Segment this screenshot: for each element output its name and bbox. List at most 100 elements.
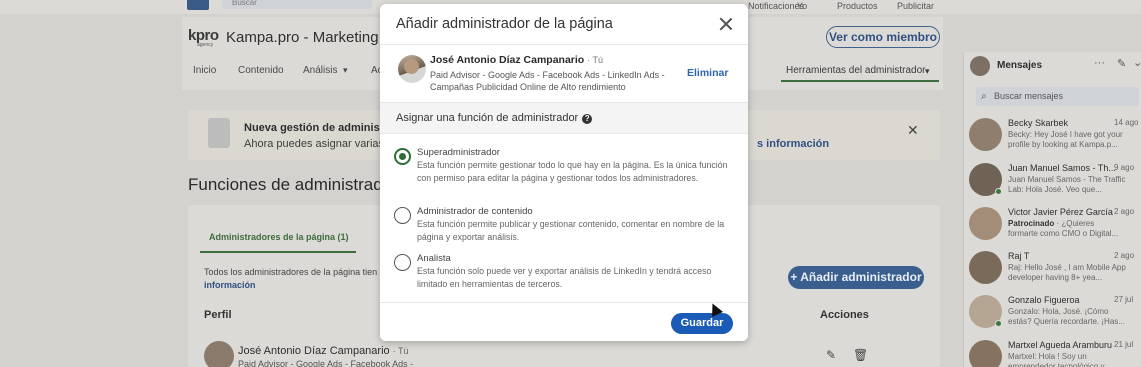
pencil-icon[interactable]: ✎ xyxy=(826,348,836,362)
dialog-header: Añadir administrador de la página xyxy=(380,4,748,45)
conversation-preview: Martxel: Hola ! Soy un emprendedor tecno… xyxy=(1008,352,1111,367)
role-prompt-text: Asignar una función de administrador xyxy=(396,112,579,124)
member-degree: · Tú xyxy=(587,55,603,65)
selected-member: José Antonio Díaz Campanario · Tú Paid A… xyxy=(380,45,748,103)
conversation-preview: Becky: Hey José I have got your profile … xyxy=(1008,130,1123,149)
tab-page-admins[interactable]: Administradores de la página (1) xyxy=(200,221,356,253)
section-title: Funciones de administrador xyxy=(188,175,398,194)
chevron-down-icon: ▾ xyxy=(343,65,348,75)
notice-more-info-link[interactable]: s información xyxy=(757,138,829,150)
nav-me[interactable]: Yo xyxy=(797,0,807,12)
message-search-placeholder: Buscar mensajes xyxy=(994,91,1064,101)
conversation-name: Becky Skarbek xyxy=(1008,118,1069,128)
member-headline: Paid Advisor - Google Ads - Facebook Ads… xyxy=(430,70,665,92)
conversation-name: Martxel Agueda Aramburu xyxy=(1008,340,1113,350)
role-title: Analista xyxy=(417,253,451,264)
conversation-name: Victor Javier Pérez García xyxy=(1008,207,1113,217)
view-as-member-button[interactable]: Ver como miembro xyxy=(826,26,940,48)
trash-icon[interactable]: 🗑 xyxy=(853,348,868,362)
conversation-date: 2 ago xyxy=(1114,207,1135,216)
member-name: José Antonio Díaz Campanario · Tú xyxy=(430,54,603,66)
member-name-text: José Antonio Díaz Campanario xyxy=(430,54,585,66)
admin-row-name-text: José Antonio Díaz Campanario xyxy=(238,345,390,357)
add-admin-dialog: Añadir administrador de la página José A… xyxy=(380,4,748,341)
global-search-input[interactable]: Buscar xyxy=(222,0,372,9)
role-description: Esta función permite gestionar todo lo q… xyxy=(417,160,728,183)
column-header-profile: Perfil xyxy=(204,309,232,321)
conversation-preview: Gonzalo: Hola, José. ¡Cómo estás? Quería… xyxy=(1008,307,1125,326)
tab-inicio[interactable]: Inicio xyxy=(193,65,216,76)
dialog-title: Añadir administrador de la página xyxy=(396,16,613,32)
conversation-item[interactable]: Gonzalo Figueroa 27 jul Gonzalo: Hola, J… xyxy=(969,295,1141,340)
save-button[interactable]: Guardar xyxy=(671,313,733,334)
compose-icon[interactable]: ✎ xyxy=(1117,57,1126,70)
conversation-preview: Raj: Hello José , I am Mobile App develo… xyxy=(1008,263,1126,282)
notice-title: Nueva gestión de administra xyxy=(244,122,394,134)
add-admin-button[interactable]: + Añadir administrador xyxy=(788,266,924,289)
conversation-preview: Patrocinado · ¿Quieres formarte como CMO… xyxy=(1008,219,1126,241)
linkedin-logo-icon[interactable] xyxy=(187,0,209,10)
conversation-name: Juan Manuel Samos - Th... xyxy=(1008,163,1116,173)
plus-icon: + xyxy=(790,270,801,284)
avatar xyxy=(398,55,426,83)
close-icon[interactable] xyxy=(717,15,735,33)
messaging-title[interactable]: Mensajes xyxy=(997,60,1042,71)
nav-advertise[interactable]: Publicitar xyxy=(897,0,934,12)
conversation-date: 2 ago xyxy=(1114,251,1135,260)
add-admin-label: Añadir administrador xyxy=(800,270,922,284)
avatar xyxy=(204,341,234,367)
remove-member-button[interactable]: Eliminar xyxy=(687,67,728,79)
admin-row-degree: · Tú xyxy=(392,346,409,356)
avatar xyxy=(970,56,990,76)
tab-admin-tools-label: Herramientas del administrador xyxy=(786,65,926,76)
message-search-input[interactable]: ⌕ Buscar mensajes xyxy=(976,87,1139,106)
company-name: Kampa.pro - Marketing ba xyxy=(226,29,400,46)
role-description: Esta función solo puede ver y exportar a… xyxy=(417,266,712,289)
company-logo-sub: agency xyxy=(197,42,214,48)
radio-analyst[interactable] xyxy=(394,254,411,271)
close-icon[interactable]: ✕ xyxy=(907,122,919,139)
role-description: Esta función permite publicar y gestiona… xyxy=(417,219,725,242)
avatar xyxy=(969,118,1002,151)
more-options-icon[interactable]: ··· xyxy=(1094,57,1105,69)
tab-contenido[interactable]: Contenido xyxy=(238,65,284,76)
dialog-footer: Guardar xyxy=(380,302,748,341)
chevron-down-icon[interactable]: ⌄ xyxy=(1133,56,1141,69)
admin-row-name: José Antonio Díaz Campanario · Tú xyxy=(238,345,409,357)
avatar xyxy=(969,340,1002,367)
conversation-name: Raj T xyxy=(1008,251,1030,261)
conversation-date: 14 ago xyxy=(1114,118,1139,127)
notice-subtitle: Ahora puedes asignar varias xyxy=(244,138,385,150)
conversation-preview: Juan Manuel Samos - The Traffic Lab: Hol… xyxy=(1008,175,1126,194)
online-status-icon xyxy=(995,188,1002,195)
help-icon[interactable]: ? xyxy=(582,114,593,124)
admin-notice-icon xyxy=(208,118,230,148)
radio-superadmin[interactable] xyxy=(394,148,411,165)
avatar xyxy=(969,251,1002,284)
conversation-date: 9 ago xyxy=(1114,163,1135,172)
conversation-item[interactable]: Victor Javier Pérez García 2 ago Patroci… xyxy=(969,207,1141,252)
admin-roles-description: Todos los administradores de la página t… xyxy=(204,266,384,292)
conversation-date: 27 jul xyxy=(1114,295,1134,304)
radio-content-admin[interactable] xyxy=(394,207,411,224)
conversation-item[interactable]: Becky Skarbek 14 ago Becky: Hey José I h… xyxy=(969,118,1141,163)
tab-admin-tools[interactable]: Herramientas del administrador ▾ xyxy=(781,60,939,82)
conversation-item[interactable]: Raj T 2 ago Raj: Hello José , I am Mobil… xyxy=(969,251,1141,296)
nav-notifications[interactable]: Notificaciones xyxy=(748,0,804,12)
role-title: Administrador de contenido xyxy=(417,206,533,217)
conversation-item[interactable]: Juan Manuel Samos - Th... 9 ago Juan Man… xyxy=(969,163,1141,208)
search-icon: ⌕ xyxy=(981,91,987,102)
nav-products[interactable]: Productos xyxy=(837,0,878,12)
column-header-actions: Acciones xyxy=(820,309,869,321)
avatar xyxy=(969,207,1002,240)
tab-analisis[interactable]: Análisis xyxy=(303,65,337,76)
conversation-item[interactable]: Martxel Agueda Aramburu 21 jul Martxel: … xyxy=(969,340,1141,367)
role-prompt: Asignar una función de administrador? xyxy=(396,112,593,124)
conversation-date: 21 jul xyxy=(1114,340,1134,349)
role-section-header: Asignar una función de administrador? xyxy=(380,103,748,134)
description-text: Todos los administradores de la página t… xyxy=(204,267,378,277)
online-status-icon xyxy=(995,320,1002,327)
description-more-info-link[interactable]: información xyxy=(204,280,256,290)
sponsored-label: Patrocinado xyxy=(1008,219,1055,228)
conversation-name: Gonzalo Figueroa xyxy=(1008,295,1080,305)
